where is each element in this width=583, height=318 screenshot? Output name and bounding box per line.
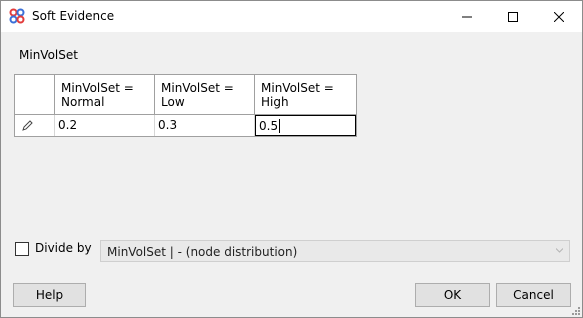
ok-button-label: OK xyxy=(443,288,462,302)
close-icon xyxy=(554,11,564,22)
dropdown-selected-value: MinVolSet | - (node distribution) xyxy=(107,245,298,259)
chevron-down-icon xyxy=(556,248,563,253)
text-caret xyxy=(279,119,280,133)
divide-by-checkbox[interactable] xyxy=(15,242,29,256)
minimize-button[interactable] xyxy=(444,1,490,32)
cell-value: 0.5 xyxy=(259,119,279,133)
column-header-label: MinVolSet = Low xyxy=(161,81,234,109)
maximize-icon xyxy=(508,11,518,22)
pencil-icon xyxy=(22,120,33,131)
cell-value: 0.3 xyxy=(158,118,178,132)
value-cell-normal[interactable]: 0.2 xyxy=(55,115,155,136)
evidence-grid: MinVolSet = Normal MinVolSet = Low MinVo… xyxy=(14,74,357,137)
column-header-normal[interactable]: MinVolSet = Normal xyxy=(55,75,155,115)
row-header[interactable] xyxy=(15,115,55,136)
close-button[interactable] xyxy=(536,1,582,32)
column-header-label: MinVolSet = Normal xyxy=(61,81,134,109)
value-cell-low[interactable]: 0.3 xyxy=(155,115,255,136)
column-header-high[interactable]: MinVolSet = High xyxy=(255,75,356,115)
help-button[interactable]: Help xyxy=(13,283,86,307)
resize-grip-icon[interactable] xyxy=(570,305,580,315)
value-cell-high[interactable]: 0.5 xyxy=(255,115,356,136)
grid-corner xyxy=(15,75,55,115)
window-title: Soft Evidence xyxy=(32,9,115,23)
app-icon xyxy=(9,8,25,24)
column-header-low[interactable]: MinVolSet = Low xyxy=(155,75,255,115)
help-button-label: Help xyxy=(35,288,64,302)
cancel-button[interactable]: Cancel xyxy=(496,283,571,307)
distribution-dropdown[interactable]: MinVolSet | - (node distribution) xyxy=(100,240,570,262)
ok-button[interactable]: OK xyxy=(415,283,490,307)
cell-value: 0.2 xyxy=(58,118,78,132)
soft-evidence-dialog: Soft Evidence MinVolSet MinVolSet = Norm… xyxy=(0,0,583,318)
column-header-label: MinVolSet = High xyxy=(261,81,334,109)
divide-by-label[interactable]: Divide by xyxy=(35,241,92,255)
title-bar: Soft Evidence xyxy=(1,1,582,32)
minimize-icon xyxy=(462,16,472,17)
node-name-label: MinVolSet xyxy=(19,48,78,62)
cancel-button-label: Cancel xyxy=(513,288,554,302)
maximize-button[interactable] xyxy=(490,1,536,32)
